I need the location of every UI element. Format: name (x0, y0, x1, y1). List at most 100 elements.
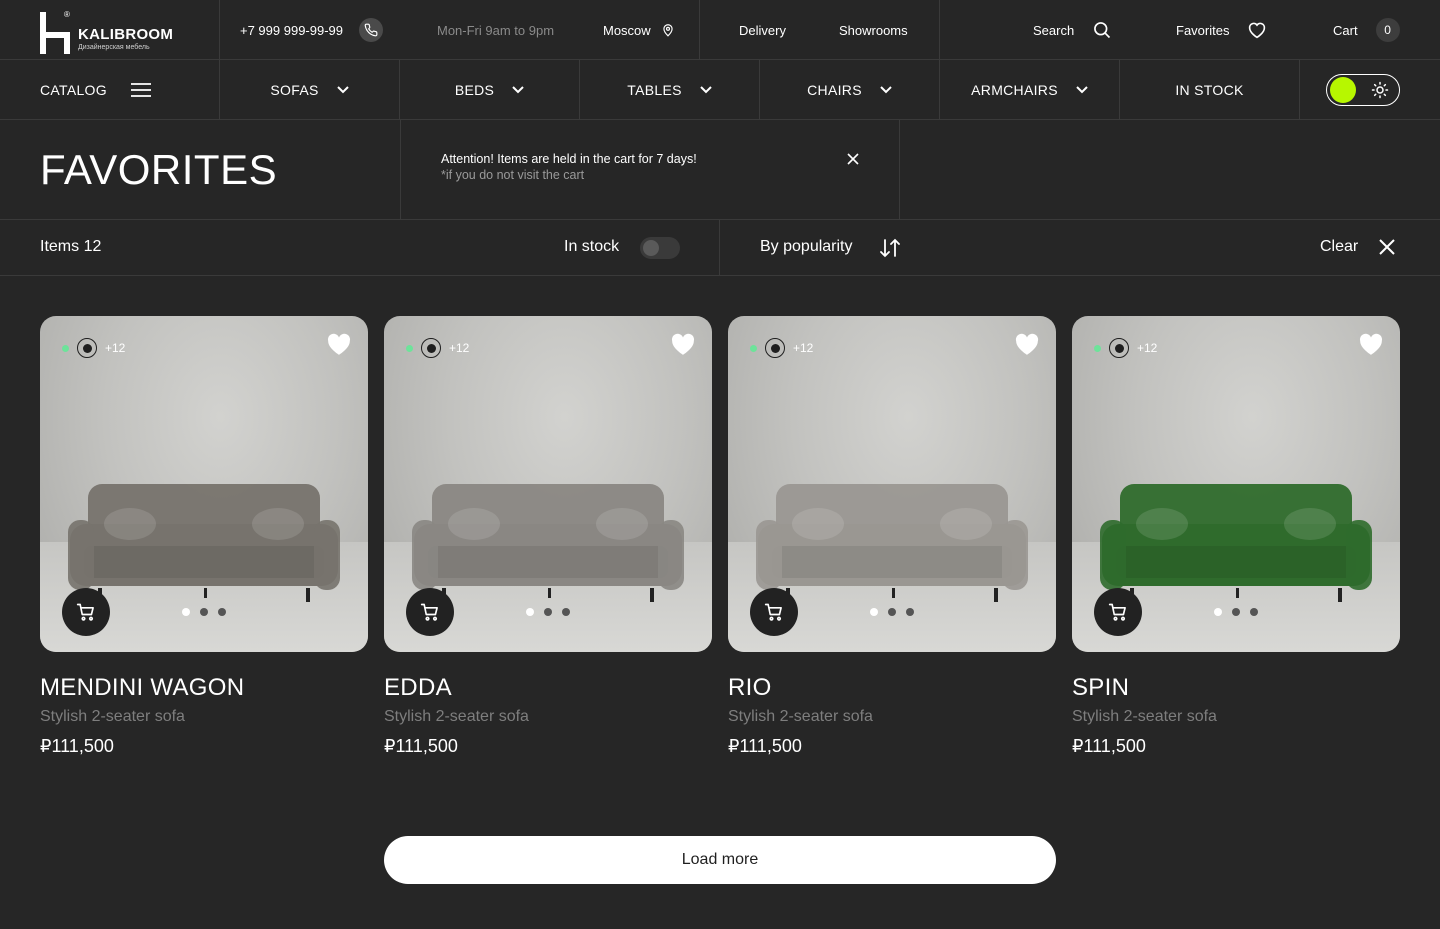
more-colors-count[interactable]: +12 (793, 341, 813, 355)
carousel-dot[interactable] (870, 608, 878, 616)
product-card[interactable]: +12 RIO Stylish 2-seater sofa ₽111,500 (728, 316, 1056, 757)
top-bar: ® KALIBROOM Дизайнерская мебель +7 999 9… (0, 0, 1440, 60)
carousel-dot[interactable] (888, 608, 896, 616)
more-colors-count[interactable]: +12 (105, 341, 125, 355)
heart-filled-icon[interactable] (670, 332, 696, 356)
more-colors-count[interactable]: +12 (449, 341, 469, 355)
product-image[interactable]: +12 (40, 316, 368, 652)
add-to-cart-button[interactable] (62, 588, 110, 636)
carousel-dot[interactable] (562, 608, 570, 616)
page-header: FAVORITES Attention! Items are held in t… (0, 120, 1440, 220)
items-count: Items 12 (40, 238, 102, 255)
clear-button[interactable]: Clear (1320, 238, 1358, 256)
carousel-dot[interactable] (182, 608, 190, 616)
image-carousel-dots[interactable] (1214, 608, 1268, 616)
working-hours: Mon-Fri 9am to 9pm (437, 22, 555, 38)
image-carousel-dots[interactable] (526, 608, 580, 616)
nav-tables[interactable]: TABLES (580, 60, 759, 120)
catalog-menu-button[interactable]: CATALOG (40, 60, 151, 120)
carousel-dot[interactable] (544, 608, 552, 616)
close-icon[interactable] (847, 153, 859, 165)
product-name[interactable]: RIO (728, 674, 1056, 702)
product-card[interactable]: +12 SPIN Stylish 2-seater sofa ₽111,500 (1072, 316, 1400, 757)
heart-filled-icon[interactable] (1358, 332, 1384, 356)
carousel-dot[interactable] (1214, 608, 1222, 616)
nav-beds[interactable]: BEDS (400, 60, 579, 120)
image-carousel-dots[interactable] (182, 608, 236, 616)
swatch-selected[interactable] (77, 338, 97, 358)
nav-tables-label: TABLES (627, 82, 682, 98)
search-button[interactable]: Search (1033, 0, 1112, 60)
favorites-button[interactable]: Favorites (1176, 0, 1267, 60)
in-stock-switch[interactable] (640, 237, 680, 259)
heart-outline-icon (1247, 21, 1267, 39)
swatch-selected[interactable] (765, 338, 785, 358)
sort-dropdown[interactable]: By popularity (760, 238, 853, 256)
carousel-dot[interactable] (218, 608, 226, 616)
swatch-selected[interactable] (1109, 338, 1129, 358)
city-label: Moscow (603, 22, 651, 38)
phone-contact[interactable]: +7 999 999-99-99 (240, 0, 384, 60)
swatch-green[interactable] (62, 344, 69, 352)
product-image[interactable]: +12 (728, 316, 1056, 652)
add-to-cart-button[interactable] (750, 588, 798, 636)
search-label: Search (1033, 22, 1075, 38)
load-more-button[interactable]: Load more (384, 836, 1056, 884)
more-colors-count[interactable]: +12 (1137, 341, 1157, 355)
image-carousel-dots[interactable] (870, 608, 924, 616)
nav-beds-label: BEDS (454, 82, 495, 98)
color-swatches[interactable]: +12 (406, 338, 469, 358)
color-swatches[interactable]: +12 (1094, 338, 1157, 358)
showrooms-link[interactable]: Showrooms (839, 23, 908, 38)
add-to-cart-button[interactable] (406, 588, 454, 636)
product-name[interactable]: SPIN (1072, 674, 1400, 702)
product-price: ₽111,500 (728, 736, 802, 756)
delivery-link[interactable]: Delivery (739, 23, 786, 38)
product-name[interactable]: EDDA (384, 674, 712, 702)
carousel-dot[interactable] (200, 608, 208, 616)
carousel-dot[interactable] (1250, 608, 1258, 616)
cart-button[interactable]: Cart 0 (1333, 0, 1400, 60)
color-swatches[interactable]: +12 (750, 338, 813, 358)
logo[interactable]: ® KALIBROOM Дизайнерская мебель (40, 0, 220, 60)
nav-chairs-label: CHAIRS (807, 82, 862, 98)
carousel-dot[interactable] (1232, 608, 1240, 616)
swatch-green[interactable] (406, 344, 413, 352)
phone-icon[interactable] (359, 18, 384, 42)
carousel-dot[interactable] (906, 608, 914, 616)
swatch-green[interactable] (1094, 344, 1101, 352)
color-swatches[interactable]: +12 (62, 338, 125, 358)
city-selector[interactable]: Moscow (603, 0, 675, 60)
hamburger-icon (130, 83, 151, 97)
add-to-cart-button[interactable] (1094, 588, 1142, 636)
logo-mark: ® (40, 6, 74, 54)
phone-number[interactable]: +7 999 999-99-99 (240, 23, 343, 38)
nav-armchairs[interactable]: ARMCHAIRS (940, 60, 1119, 120)
heart-filled-icon[interactable] (1014, 332, 1040, 356)
product-description: Stylish 2-seater sofa (40, 708, 185, 725)
nav-sofas[interactable]: SOFAS (220, 60, 399, 120)
heart-filled-icon[interactable] (326, 332, 352, 356)
notice-message: Attention! Items are held in the cart fo… (441, 152, 697, 166)
swatch-green[interactable] (750, 344, 757, 352)
catalog-label: CATALOG (40, 82, 107, 98)
nav-chairs[interactable]: CHAIRS (760, 60, 939, 120)
carousel-dot[interactable] (526, 608, 534, 616)
product-card[interactable]: +12 MENDINI WAGON Stylish 2-seater sofa (40, 316, 368, 757)
nav-in-stock-label: IN STOCK (1175, 82, 1244, 98)
theme-toggle[interactable] (1326, 74, 1400, 106)
clear-x-icon[interactable] (1378, 238, 1396, 256)
favorites-label: Favorites (1176, 22, 1230, 38)
product-image[interactable]: +12 (384, 316, 712, 652)
page-title: FAVORITES (40, 146, 278, 193)
product-name[interactable]: MENDINI WAGON (40, 674, 368, 702)
cart-notice: Attention! Items are held in the cart fo… (400, 120, 900, 220)
search-icon (1092, 20, 1112, 40)
swatch-selected[interactable] (421, 338, 441, 358)
sun-icon (1371, 81, 1389, 102)
product-card[interactable]: +12 EDDA Stylish 2-seater sofa ₽111,500 (384, 316, 712, 757)
product-image[interactable]: +12 (1072, 316, 1400, 652)
sort-icon[interactable] (878, 236, 902, 260)
product-description: Stylish 2-seater sofa (384, 708, 529, 725)
nav-in-stock[interactable]: IN STOCK (1120, 60, 1299, 120)
